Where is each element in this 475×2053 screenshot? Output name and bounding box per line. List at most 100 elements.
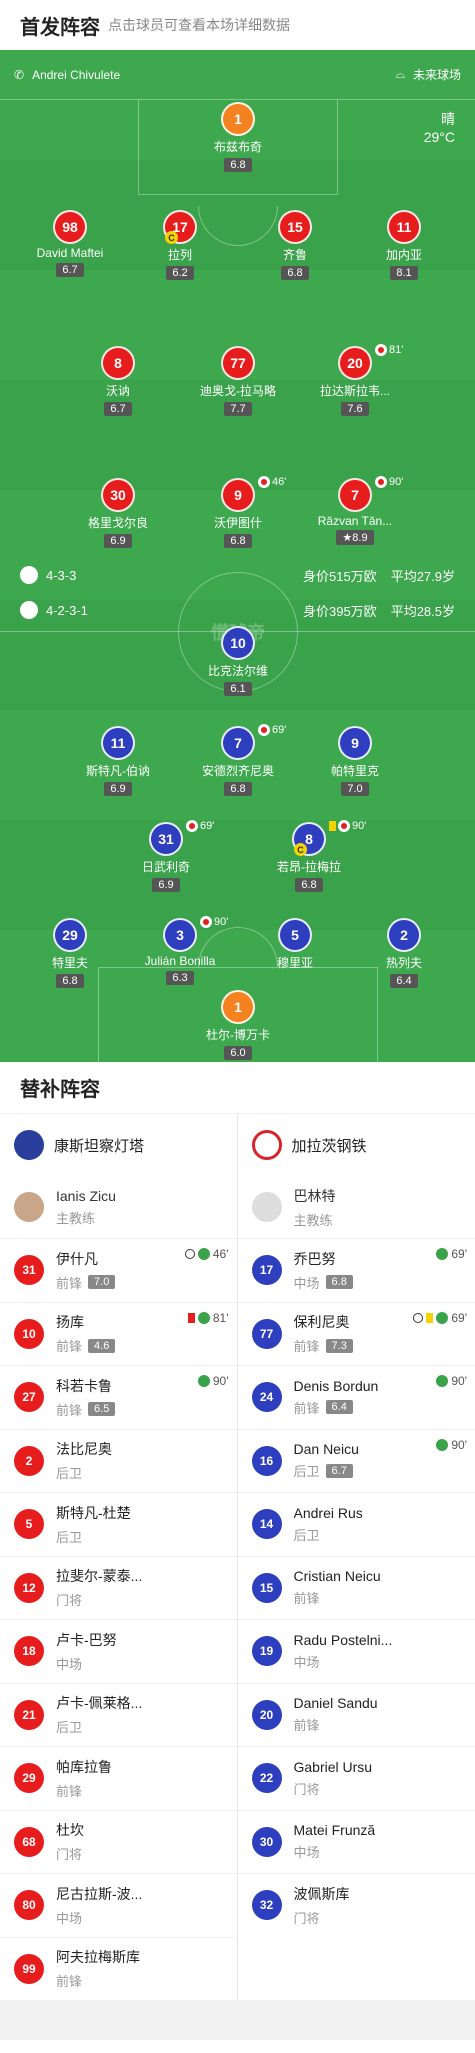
home-player-30[interactable]: 30 格里戈尔良 6.9 <box>68 478 168 549</box>
away-player-10[interactable]: 10 比克法尔维 6.1 <box>188 626 288 697</box>
sub-player-row[interactable]: 14 Andrei Rus 后卫 <box>237 1492 475 1556</box>
sub-player-row[interactable]: 20 Daniel Sandu 前锋 <box>237 1682 475 1747</box>
player-number: 8 <box>101 346 135 380</box>
sub-rating: 6.8 <box>325 1275 353 1290</box>
sub-player-row[interactable]: 19 Radu Postelni... 中场 <box>237 1619 475 1683</box>
away-player-2[interactable]: 2 热列夫 6.4 <box>354 918 454 989</box>
away-team-mini-logo <box>20 601 38 619</box>
sub-name: 法比尼奥 <box>56 1441 112 1458</box>
sub-position-row: 后卫 6.7 <box>294 1461 359 1480</box>
sub-player-row[interactable]: 27 科若卡鲁 前锋 6.5 90' <box>0 1365 237 1429</box>
home-player-17[interactable]: 17 C 拉列 6.2 <box>130 210 230 281</box>
home-formation: 4-3-3 <box>46 567 77 583</box>
player-name: 穆里亚 <box>276 956 313 970</box>
sub-position-row: 中场 <box>56 1654 117 1673</box>
away-player-8[interactable]: 8C 90' 若昂-拉梅拉 6.8 <box>259 820 366 893</box>
sub-position-row: 后卫 <box>294 1525 363 1544</box>
sub-info: 拉斐尔-蒙泰... 门将 <box>56 1566 142 1609</box>
sub-player-row[interactable]: 22 Gabriel Ursu 门将 <box>237 1746 475 1810</box>
home-player-11[interactable]: 11 加内亚 8.1 <box>354 210 454 281</box>
sub-player-row[interactable]: 16 Dan Neicu 后卫 6.7 90' <box>237 1428 475 1493</box>
sub-position: 后卫 <box>293 1464 320 1480</box>
sub-rating: 6.4 <box>325 1400 353 1415</box>
sub-player-row[interactable]: 17 乔巴努 中场 6.8 69' <box>237 1238 475 1302</box>
sub-number: 24 <box>251 1382 282 1413</box>
player-name: David Maftei <box>36 246 104 260</box>
sub-info: 尼古拉斯-波... 中场 <box>56 1884 142 1927</box>
sub-on-minute: 69' <box>451 1310 467 1325</box>
away-player-9[interactable]: 9 帕特里克 7.0 <box>305 726 405 797</box>
away-coach[interactable]: 巴林特 主教练 <box>238 1176 475 1238</box>
yellow-card-icon <box>329 821 336 831</box>
player-number: 11 <box>101 726 135 760</box>
sub-off-badge: 90' <box>329 820 366 832</box>
away-player-1[interactable]: 1 杜尔-博万卡 6.0 <box>188 990 288 1061</box>
sub-rating: 6.5 <box>88 1402 116 1417</box>
sub-name: 扬库 <box>56 1314 84 1331</box>
sub-player-row[interactable]: 18 卢卡-巴努 中场 <box>0 1619 237 1683</box>
away-player-7[interactable]: 7 69' 安德烈齐尼奥 6.8 <box>188 724 288 797</box>
away-team-header[interactable]: 加拉茨钢铁 <box>238 1114 475 1176</box>
away-age: 平均28.5岁 <box>390 603 455 619</box>
sub-player-row[interactable]: 29 帕库拉鲁 前锋 <box>0 1746 237 1810</box>
home-player-15[interactable]: 15 齐鲁 6.8 <box>245 210 345 281</box>
sub-player-row[interactable]: 99 阿夫拉梅斯库 前锋 <box>0 1936 237 2001</box>
sub-name: 伊什凡 <box>56 1250 98 1267</box>
player-rating: 8.1 <box>390 266 418 280</box>
player-number: 20 <box>338 346 372 380</box>
sub-player-row[interactable]: 77 保利尼奥 前锋 7.3 69' <box>237 1301 475 1366</box>
sub-player-row[interactable]: 12 拉斐尔-蒙泰... 门将 <box>0 1555 237 1620</box>
sub-player-row[interactable]: 5 斯特凡-杜楚 后卫 <box>0 1492 237 1556</box>
coach-name: 巴林特 <box>293 1187 336 1204</box>
home-player-20[interactable]: 20 81' 拉达斯拉韦... 7.6 <box>305 344 405 417</box>
player-rating: 6.7 <box>56 263 84 277</box>
sub-player-row[interactable]: 32 波佩斯库 门将 <box>237 1873 475 1937</box>
sub-player-row[interactable]: 30 Matei Frunză 中场 <box>237 1809 475 1874</box>
home-player-77[interactable]: 77 迪奥戈-拉马略 7.7 <box>188 346 288 417</box>
player-rating: 6.8 <box>224 782 252 796</box>
player-number: 98 <box>53 210 87 244</box>
red-card-icon <box>187 1312 195 1323</box>
sub-on-minute: 69' <box>451 1247 467 1261</box>
home-team-header[interactable]: 康斯坦察灯塔 <box>0 1114 237 1176</box>
lineup-header: 首发阵容 点击球员可查看本场详细数据 <box>0 0 475 50</box>
home-value: 身价515万欧 <box>302 568 377 584</box>
sub-number: 80 <box>14 1890 44 1921</box>
sub-off-icon <box>338 820 350 832</box>
player-number: 30 <box>101 478 135 512</box>
sub-player-row[interactable]: 2 法比尼奥 后卫 <box>0 1428 237 1493</box>
sub-info: 保利尼奥 前锋 7.3 <box>294 1312 353 1355</box>
sub-player-row[interactable]: 80 尼古拉斯-波... 中场 <box>0 1873 237 1937</box>
home-player-7[interactable]: 7 90' Răzvan Tăn... ★8.9 <box>305 476 405 546</box>
player-number: 11 <box>387 210 421 244</box>
away-player-11[interactable]: 11 斯特凡-伯讷 6.9 <box>68 726 168 797</box>
player-number: 1 <box>221 102 255 136</box>
home-player-98[interactable]: 98 David Maftei 6.7 <box>20 210 120 278</box>
sub-name: Daniel Sandu <box>293 1695 378 1712</box>
sub-player-row[interactable]: 31 伊什凡 前锋 7.0 46' <box>0 1238 237 1302</box>
player-name: 沃讷 <box>105 384 130 398</box>
sub-number: 12 <box>14 1572 44 1603</box>
sub-position-row: 前锋 7.0 <box>56 1273 116 1292</box>
home-coach[interactable]: Ianis Zicu 主教练 <box>0 1176 237 1238</box>
sub-player-row[interactable]: 10 扬库 前锋 4.6 81' <box>0 1301 237 1366</box>
away-player-3[interactable]: 3 90' Julián Bonilla 6.3 <box>130 916 230 986</box>
home-player-9[interactable]: 9 46' 沃伊图什 6.8 <box>188 476 288 549</box>
sub-on-icon <box>436 1438 449 1451</box>
pitch-info-bar: ✆ Andrei Chivulete ⌓ 未来球场 <box>0 50 475 100</box>
player-rating: 6.1 <box>224 682 252 696</box>
away-player-31[interactable]: 31 69' 日武利奇 6.9 <box>116 820 216 893</box>
away-player-29[interactable]: 29 特里夫 6.8 <box>20 918 120 989</box>
sub-name: 保利尼奥 <box>293 1314 350 1331</box>
sub-player-row[interactable]: 68 杜坎 门将 <box>0 1809 237 1874</box>
sub-number: 2 <box>14 1445 44 1476</box>
sub-position: 前锋 <box>293 1718 320 1734</box>
sub-player-row[interactable]: 24 Denis Bordun 前锋 6.4 90' <box>237 1365 475 1429</box>
home-player-8[interactable]: 8 沃讷 6.7 <box>68 346 168 417</box>
sub-player-row[interactable]: 21 卢卡-佩莱格... 后卫 <box>0 1682 237 1747</box>
sub-player-row[interactable]: 15 Cristian Neicu 前锋 <box>237 1555 475 1620</box>
home-player-1[interactable]: 1 布兹布奇 6.8 <box>188 102 288 173</box>
away-player-5[interactable]: 5 穆里亚 <box>245 918 345 971</box>
sub-info: Radu Postelni... 中场 <box>294 1632 393 1671</box>
sub-info: Andrei Rus 后卫 <box>294 1505 363 1544</box>
